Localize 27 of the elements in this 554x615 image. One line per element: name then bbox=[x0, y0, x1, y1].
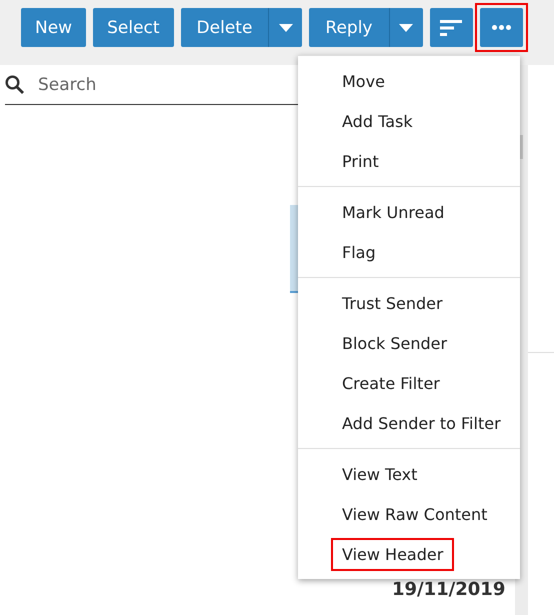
search-field[interactable]: Search bbox=[36, 74, 280, 96]
toolbar-button[interactable]: Reply bbox=[309, 8, 388, 47]
menu-item[interactable]: Mark Unread bbox=[331, 196, 456, 228]
dropdown-button[interactable] bbox=[388, 8, 422, 47]
more-icon bbox=[492, 25, 510, 30]
search-icon bbox=[5, 75, 24, 94]
toolbar-button[interactable]: Delete bbox=[180, 8, 268, 47]
menu-item[interactable]: Add Sender to Filter bbox=[331, 406, 512, 440]
dropdown-button[interactable] bbox=[268, 8, 302, 47]
sort-icon bbox=[440, 20, 462, 36]
caret-icon bbox=[278, 24, 293, 32]
caret-icon bbox=[399, 24, 413, 32]
menu-item[interactable]: Print bbox=[331, 144, 390, 178]
menu-item[interactable]: View Header bbox=[331, 538, 454, 570]
menu-item[interactable]: Trust Sender bbox=[331, 286, 454, 320]
menu-item[interactable]: Block Sender bbox=[331, 326, 458, 360]
menu-item[interactable]: View Text bbox=[331, 458, 428, 490]
toolbar-button[interactable]: New bbox=[21, 8, 86, 47]
menu-item[interactable]: Move bbox=[331, 64, 396, 98]
menu-item[interactable]: Add Task bbox=[331, 104, 424, 138]
sort-button[interactable] bbox=[430, 8, 472, 47]
menu-item[interactable]: Create Filter bbox=[331, 366, 451, 400]
message-date: 19/11/2019 bbox=[392, 579, 506, 600]
menu-item[interactable]: Flag bbox=[331, 236, 387, 268]
toolbar-button[interactable]: Select bbox=[93, 8, 174, 47]
message-row[interactable] bbox=[290, 205, 298, 293]
menu-item[interactable]: View Raw Content bbox=[331, 498, 498, 530]
